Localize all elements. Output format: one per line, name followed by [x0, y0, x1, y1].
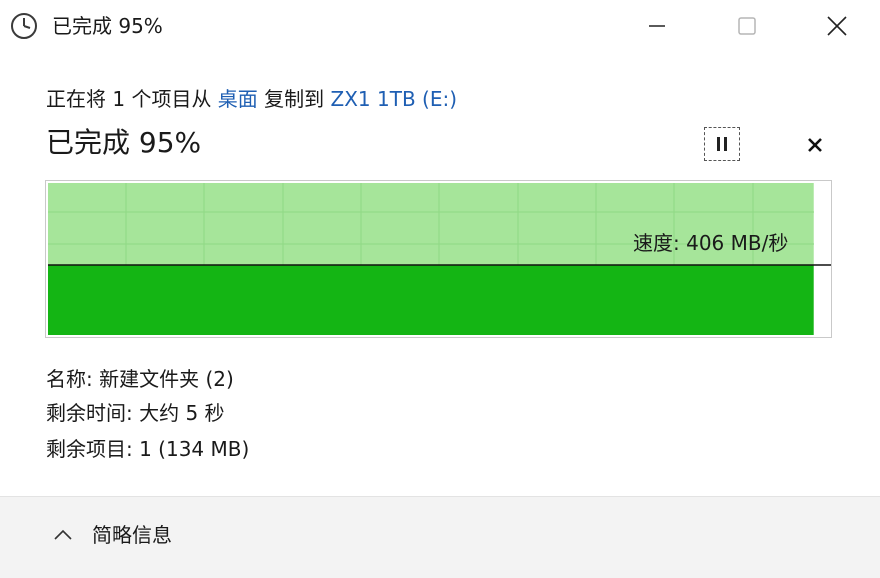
destination-link[interactable]: ZX1 1TB (E:) [331, 87, 457, 111]
close-window-button[interactable] [802, 0, 872, 52]
items-remaining-detail: 剩余项目: 1 (134 MB) [46, 437, 250, 461]
progress-fill-dark [48, 265, 814, 335]
speed-label: 速度: 406 MB/秒 [633, 231, 789, 255]
chevron-up-icon [54, 529, 72, 540]
transfer-speed-graph [45, 180, 832, 338]
speed-graph-svg [48, 183, 831, 335]
status-prefix: 正在将 1 个项目从 [46, 87, 218, 111]
maximize-icon [738, 17, 756, 35]
file-name-detail: 名称: 新建文件夹 (2) [46, 367, 234, 391]
source-link[interactable]: 桌面 [218, 87, 258, 111]
details-toggle-bar[interactable]: 简略信息 [0, 496, 880, 578]
pause-icon [717, 137, 727, 151]
clock-icon [10, 12, 38, 40]
close-icon [827, 16, 847, 36]
progress-heading: 已完成 95% [46, 126, 202, 159]
status-middle: 复制到 [257, 87, 331, 111]
window-title: 已完成 95% [52, 14, 163, 38]
title-bar: 已完成 95% [0, 0, 880, 52]
minimize-icon [649, 25, 665, 27]
fewer-details-label: 简略信息 [92, 523, 172, 547]
copy-status-line: 正在将 1 个项目从 桌面 复制到 ZX1 1TB (E:) [46, 86, 457, 112]
minimize-button[interactable] [622, 0, 692, 52]
maximize-button[interactable] [712, 0, 782, 52]
pause-button[interactable] [704, 127, 740, 161]
time-remaining-detail: 剩余时间: 大约 5 秒 [46, 401, 225, 425]
cancel-icon [808, 138, 822, 152]
cancel-button[interactable] [800, 130, 830, 160]
